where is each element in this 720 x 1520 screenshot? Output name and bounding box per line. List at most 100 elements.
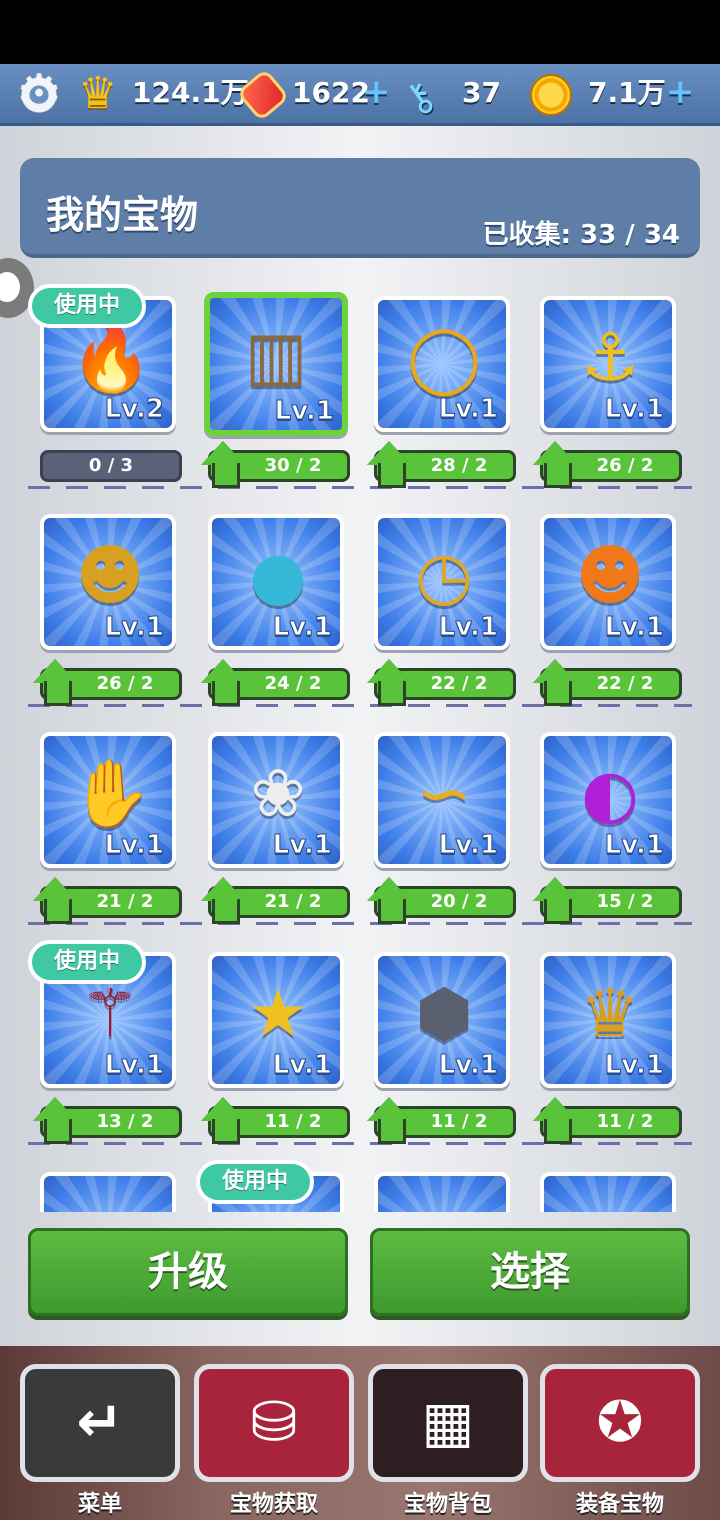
select-button[interactable]: 选择	[370, 1228, 690, 1316]
nav-label: 宝物获取	[229, 1492, 318, 1517]
progress-text: 26 / 2	[596, 455, 654, 476]
treasure-item-blue-egg[interactable]: ● Lv.1 24 / 2	[196, 502, 366, 706]
fire-board-icon: 🔥	[70, 319, 153, 396]
treasure-tile[interactable]: ★ Lv.1	[208, 952, 344, 1088]
row-divider	[28, 1142, 692, 1145]
item-level: Lv.1	[438, 830, 498, 861]
upgrade-arrow-icon	[533, 659, 573, 706]
nav-return-button[interactable]: ↵	[20, 1364, 180, 1482]
treasure-item-item-17[interactable]	[28, 1160, 198, 1212]
upgrade-progress: 22 / 2	[374, 668, 516, 706]
progress-text: 11 / 2	[264, 1111, 322, 1132]
item-level: Lv.1	[438, 612, 498, 643]
treasure-tile[interactable]: ❀ Lv.1	[208, 732, 344, 868]
upgrade-progress: 20 / 2	[374, 886, 516, 924]
treasure-tile[interactable]: ◯ Lv.1	[374, 296, 510, 432]
treasure-item-golden-crown[interactable]: ♛ Lv.1 11 / 2	[528, 940, 698, 1144]
return-icon: ↵	[76, 1390, 124, 1455]
treasure-item-item-19[interactable]	[362, 1160, 532, 1212]
treasure-item-golden-anchor[interactable]: ⚓ Lv.1 26 / 2	[528, 284, 698, 488]
treasure-tile[interactable]: ◐ Lv.1	[540, 732, 676, 868]
upgrade-progress: 15 / 2	[540, 886, 682, 924]
treasure-item-item-18[interactable]: 使用中	[196, 1160, 366, 1212]
nav-grid-check-button[interactable]: ▦	[368, 1364, 528, 1482]
treasure-item-item-20[interactable]	[528, 1160, 698, 1212]
treasure-tile[interactable]	[374, 1172, 510, 1212]
treasure-item-white-rabbit[interactable]: ❀ Lv.1 21 / 2	[196, 720, 366, 924]
treasure-tile[interactable]: ∽ Lv.1	[374, 732, 510, 868]
treasure-tile[interactable]: ☻ Lv.1	[540, 514, 676, 650]
crowns-count: 124.1万	[132, 76, 249, 109]
upgrade-arrow-icon	[367, 877, 407, 924]
coins-count: 7.1万	[588, 76, 666, 109]
status-bar	[0, 0, 720, 64]
treasure-item-purple-helmet[interactable]: ◐ Lv.1 15 / 2	[528, 720, 698, 924]
upgrade-arrow-icon	[201, 1097, 241, 1144]
upgrade-arrow-icon	[367, 1097, 407, 1144]
treasure-item-fire-board[interactable]: 🔥 Lv.2 使用中 0 / 3	[28, 284, 198, 484]
boards-count: 1622	[292, 76, 370, 109]
treasure-tile[interactable]: ⬢ Lv.1	[374, 952, 510, 1088]
blue-egg-icon: ●	[249, 537, 307, 614]
treasure-tile[interactable]: ✋ Lv.1	[40, 732, 176, 868]
item-level: Lv.1	[272, 830, 332, 861]
progress-text: 15 / 2	[596, 891, 654, 912]
treasure-item-hex-gadget[interactable]: ⬢ Lv.1 11 / 2	[362, 940, 532, 1144]
item-level: Lv.1	[104, 612, 164, 643]
pumpkin-icon: ☻	[575, 537, 645, 614]
upgrade-button[interactable]: 升级	[28, 1228, 348, 1316]
item-level: Lv.1	[438, 1050, 498, 1081]
star-necklace-icon: ★	[248, 975, 308, 1052]
upgrade-arrow-icon	[201, 877, 241, 924]
treasure-tile[interactable]	[540, 1172, 676, 1212]
treasure-item-golden-watch[interactable]: ◷ Lv.1 22 / 2	[362, 502, 532, 706]
upgrade-progress: 21 / 2	[40, 886, 182, 924]
upgrade-progress: 11 / 2	[374, 1106, 516, 1144]
treasure-item-magic-wand[interactable]: ⚚ Lv.1 使用中 13 / 2	[28, 940, 198, 1144]
treasure-item-golden-glove[interactable]: ✋ Lv.1 21 / 2	[28, 720, 198, 924]
item-level: Lv.1	[104, 830, 164, 861]
treasure-tile[interactable]: ◷ Lv.1	[374, 514, 510, 650]
item-17-icon	[70, 1194, 150, 1212]
item-level: Lv.1	[272, 612, 332, 643]
treasure-item-golden-idol[interactable]: ☻ Lv.1 26 / 2	[28, 502, 198, 706]
progress-text: 22 / 2	[596, 673, 654, 694]
item-level: Lv.1	[604, 612, 664, 643]
treasure-tile[interactable]: ♛ Lv.1	[540, 952, 676, 1088]
settings-gear-icon[interactable]	[14, 66, 64, 122]
item-level: Lv.1	[104, 1050, 164, 1081]
upgrade-progress: 30 / 2	[208, 450, 350, 488]
treasure-item-pumpkin[interactable]: ☻ Lv.1 22 / 2	[528, 502, 698, 706]
in-use-badge: 使用中	[196, 1160, 314, 1204]
add-boards-button[interactable]: +	[362, 72, 391, 112]
progress-text: 11 / 2	[596, 1111, 654, 1132]
add-coins-button[interactable]: +	[666, 72, 695, 112]
golden-crown-icon: ♛	[580, 975, 640, 1052]
golden-anchor-icon: ⚓	[580, 319, 640, 396]
nav-equip-star-button[interactable]: ✪	[540, 1364, 700, 1482]
treasure-tile[interactable]: ☻ Lv.1	[40, 514, 176, 650]
upgrade-progress: 24 / 2	[208, 668, 350, 706]
skyscraper-icon: ▥	[244, 317, 308, 394]
progress-text: 26 / 2	[96, 673, 154, 694]
treasure-item-skyscraper[interactable]: ▥ Lv.1 30 / 2	[196, 284, 366, 488]
treasure-tile[interactable]: ⚓ Lv.1	[540, 296, 676, 432]
treasure-item-star-necklace[interactable]: ★ Lv.1 11 / 2	[196, 940, 366, 1144]
golden-glove-icon: ✋	[70, 755, 153, 832]
item-level: Lv.1	[604, 830, 664, 861]
collected-label: 已收集:	[482, 220, 571, 250]
chest-icon: ⛁	[250, 1390, 298, 1455]
treasure-tile[interactable]	[40, 1172, 176, 1212]
nav-label: 装备宝物	[575, 1492, 664, 1517]
treasure-item-golden-lamp[interactable]: ∽ Lv.1 20 / 2	[362, 720, 532, 924]
treasure-item-golden-ring[interactable]: ◯ Lv.1 28 / 2	[362, 284, 532, 488]
row-divider	[28, 922, 692, 925]
treasure-tile[interactable]: ● Lv.1	[208, 514, 344, 650]
collected-count: 已收集: 33 / 34	[483, 214, 680, 251]
nav-chest-button[interactable]: ⛁	[194, 1364, 354, 1482]
progress-text: 22 / 2	[430, 673, 488, 694]
treasure-tile[interactable]: ▥ Lv.1	[204, 292, 348, 436]
magic-wand-icon: ⚚	[80, 975, 140, 1052]
item-level: Lv.1	[604, 1050, 664, 1081]
item-20-icon	[570, 1194, 650, 1212]
